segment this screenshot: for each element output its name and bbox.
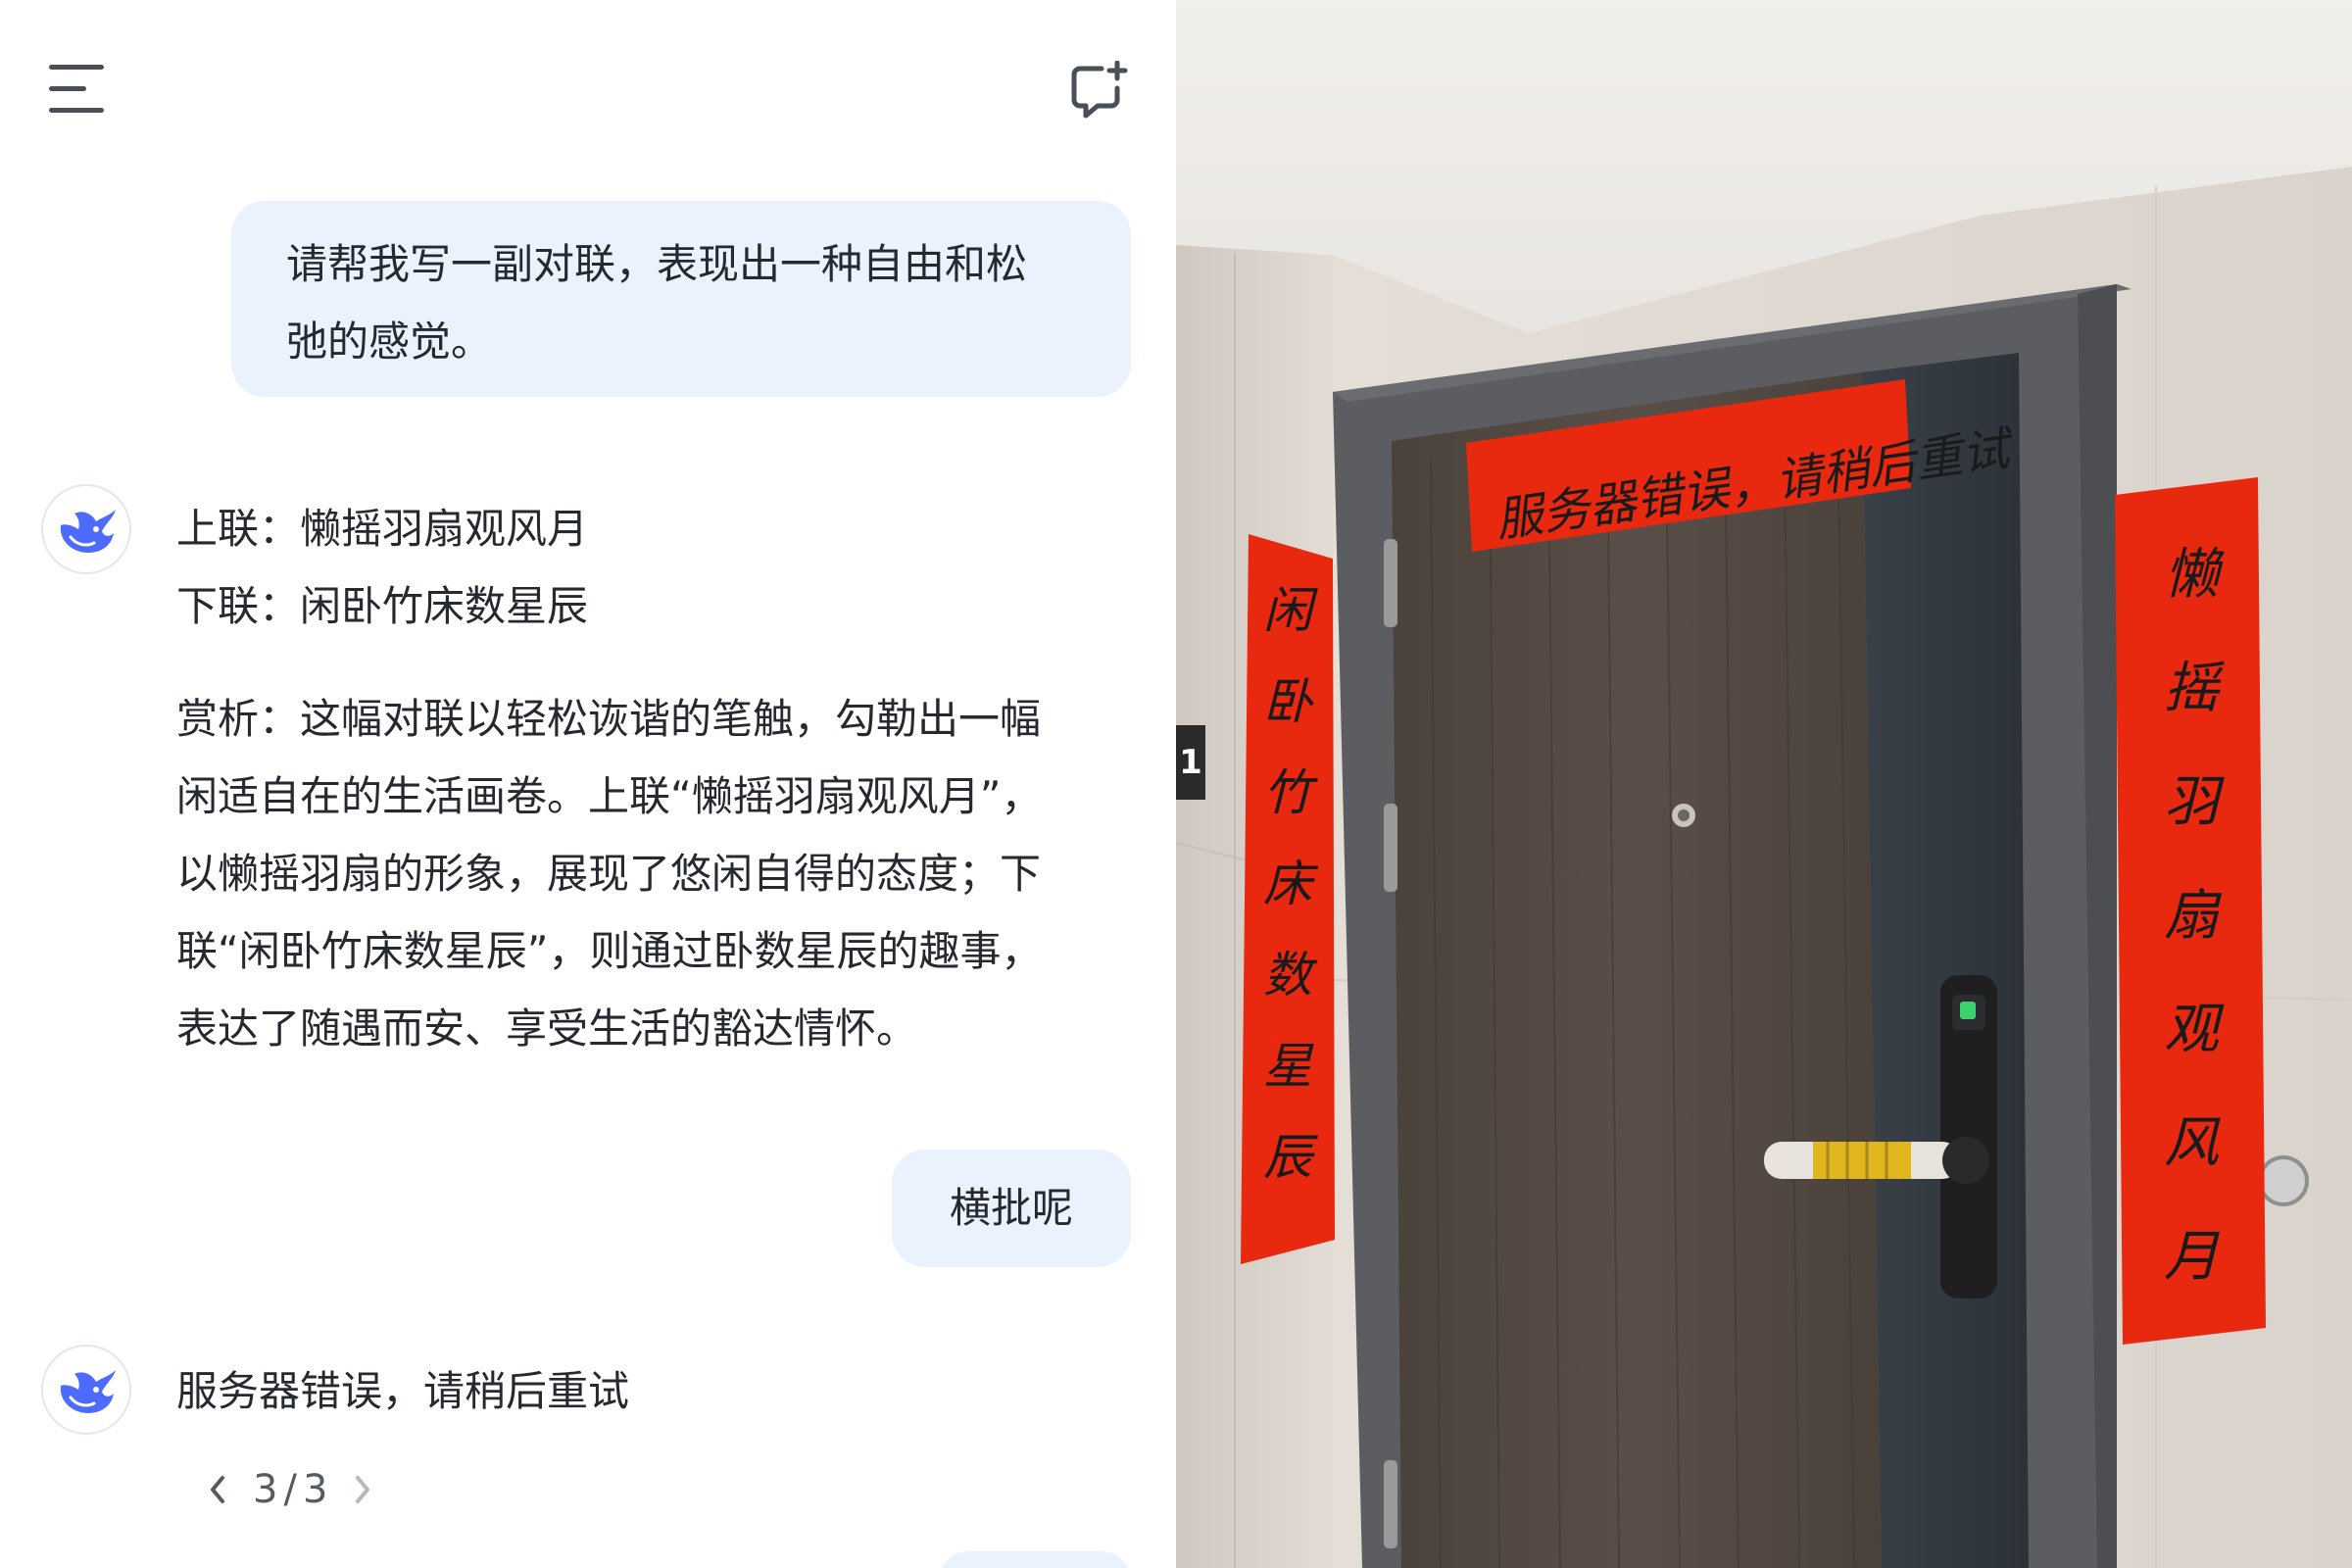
chat-panel: 请帮我写一副对联，表现出一种自由和松 弛的感觉。 上联：懒摇羽扇观风月 下联：闲… xyxy=(0,0,1176,1568)
new-chat-icon[interactable] xyxy=(1068,60,1129,122)
couplet-line: 上联：懒摇羽扇观风月 xyxy=(176,505,589,553)
user-message-bubble: 横批呢 xyxy=(892,1150,1131,1267)
deepseek-whale-icon xyxy=(60,510,116,553)
door-photo-illustration: 服务器错误，请稍后重试 闲卧竹床数星辰 懒摇羽扇观风月 xyxy=(1176,0,2352,1568)
assistant-avatar xyxy=(41,484,131,574)
right-scroll-char: 懒 xyxy=(2164,543,2225,607)
user-message-bubble-partial xyxy=(939,1551,1131,1568)
analysis-line: 闲适自在的生活画卷。上联“懒摇羽扇观风月”， xyxy=(176,772,1043,820)
right-scroll-char: 风 xyxy=(2164,1111,2221,1175)
pager-current: 3 xyxy=(253,1467,278,1512)
chevron-left-icon[interactable] xyxy=(192,1464,243,1515)
left-scroll-char: 床 xyxy=(1263,856,1319,912)
pager-separator: / xyxy=(283,1467,297,1512)
user-message-line: 弛的感觉。 xyxy=(286,318,493,366)
door-photo: 服务器错误，请稍后重试 闲卧竹床数星辰 懒摇羽扇观风月 xyxy=(1176,0,2352,1568)
left-scroll-char: 卧 xyxy=(1263,673,1314,730)
right-scroll-char: 观 xyxy=(2164,998,2225,1061)
deepseek-whale-icon xyxy=(60,1370,116,1413)
user-message-bubble: 请帮我写一副对联，表现出一种自由和松 弛的感觉。 xyxy=(231,201,1131,397)
couplet-line: 下联：闲卧竹床数星辰 xyxy=(176,582,589,630)
assistant-avatar xyxy=(41,1345,131,1435)
right-scroll-char: 摇 xyxy=(2164,657,2226,720)
analysis-line: 联“闲卧竹床数星辰”，则通过卧数星辰的趣事， xyxy=(176,927,1043,975)
right-scroll-char: 月 xyxy=(2164,1225,2220,1289)
response-pager: 3 / 3 xyxy=(192,1460,388,1519)
left-scroll-char: 辰 xyxy=(1263,1129,1319,1186)
chevron-right-icon[interactable] xyxy=(337,1464,388,1515)
left-scroll-char: 竹 xyxy=(1263,764,1319,821)
analysis-line: 表达了随遇而安、享受生活的豁达情怀。 xyxy=(176,1004,918,1053)
right-scroll-char: 扇 xyxy=(2164,884,2223,948)
analysis-line: 以懒摇羽扇的形象，展现了悠闲自得的态度；下 xyxy=(176,850,1042,898)
menu-icon[interactable] xyxy=(49,65,104,114)
assistant-reply: 上联：懒摇羽扇观风月 下联：闲卧竹床数星辰 赏析：这幅对联以轻松诙谐的笔触，勾勒… xyxy=(176,490,1043,1067)
pager-total: 3 xyxy=(302,1467,328,1512)
right-scroll-char: 羽 xyxy=(2164,770,2225,834)
left-scroll-char: 数 xyxy=(1263,947,1318,1004)
photo-scroll-indicator: 1 xyxy=(1176,725,1205,800)
left-scroll-char: 星 xyxy=(1263,1038,1314,1095)
assistant-error-message: 服务器错误，请稍后重试 xyxy=(176,1367,630,1415)
analysis-line: 赏析：这幅对联以轻松诙谐的笔触，勾勒出一幅 xyxy=(176,695,1042,743)
user-message-line: 请帮我写一副对联，表现出一种自由和松 xyxy=(286,240,1028,288)
left-scroll-char: 闲 xyxy=(1263,582,1318,639)
